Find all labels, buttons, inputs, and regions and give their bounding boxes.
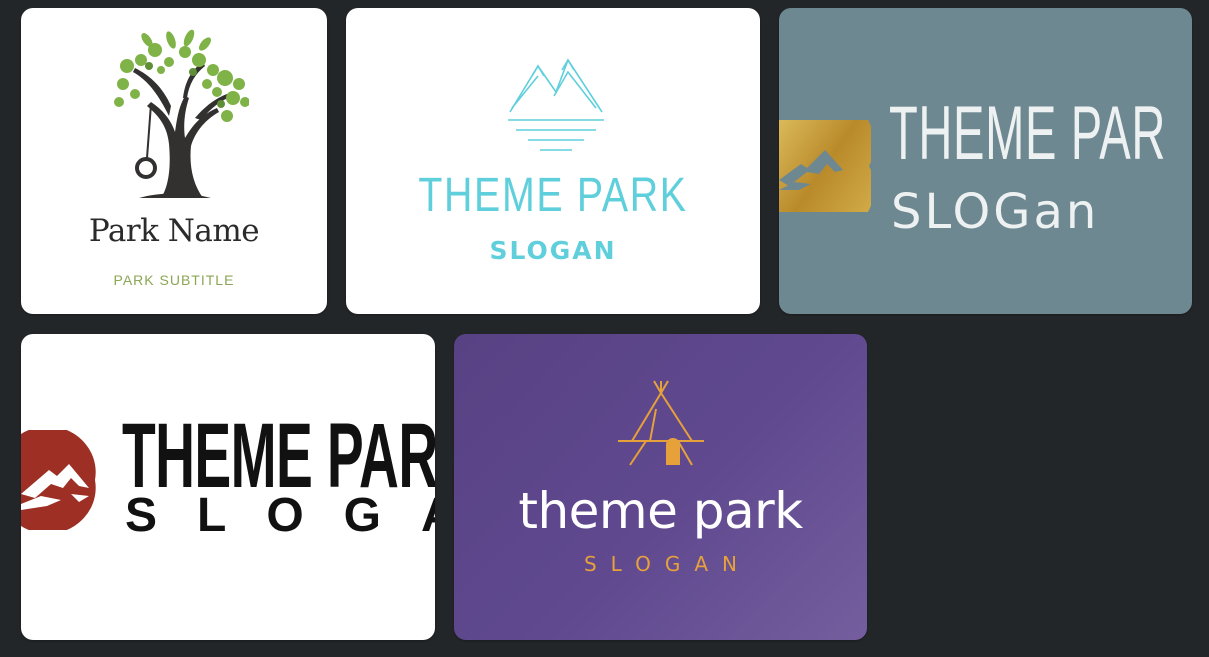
logo-slogan: SLOGan <box>891 184 1100 240</box>
logo-card-theme-park-mountain-lake[interactable]: THEME PARK SLOGAN <box>346 8 760 314</box>
logo-park-subtitle: PARK SUBTITLE <box>113 272 235 288</box>
logo-slogan: SLOGAN <box>489 236 617 265</box>
tepee-icon <box>618 380 704 466</box>
tree-icon <box>114 29 249 198</box>
logo-title: THEME PAR <box>889 91 1166 176</box>
mountain-lake-icon <box>508 58 604 151</box>
logo-park-name: Park Name <box>88 213 260 249</box>
logo-slogan: SLOGAN <box>125 489 435 542</box>
mountain-sun-icon <box>21 430 96 530</box>
logo-title: theme park <box>518 482 803 540</box>
logo-card-theme-park-tepee[interactable]: theme park SLOGAN <box>454 334 867 640</box>
logo-slogan: SLOGAN <box>583 552 751 576</box>
logo-title: THEME PARK <box>418 169 688 222</box>
mountain-sun-icon <box>779 120 871 212</box>
logo-card-theme-park-red-sun[interactable]: THEME PAR SLOGAN <box>21 334 435 640</box>
logo-card-park-name[interactable]: Park Name PARK SUBTITLE <box>21 8 327 314</box>
logo-card-theme-park-gold-sun[interactable]: THEME PAR SLOGan <box>779 8 1192 314</box>
